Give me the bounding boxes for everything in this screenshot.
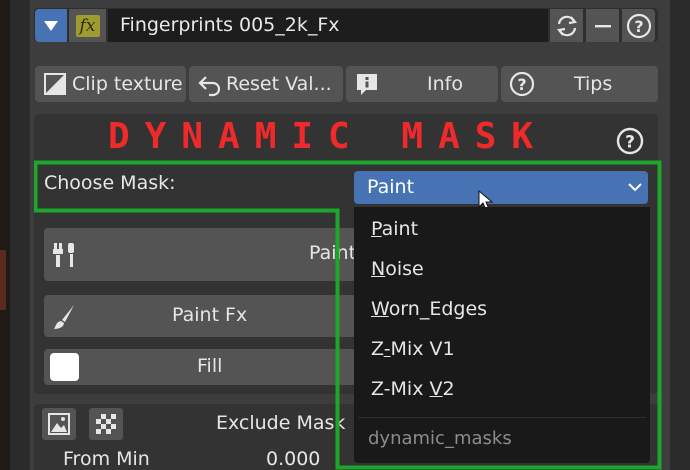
help-icon: ? [626, 13, 651, 38]
clip-texture-label: Clip texture [72, 73, 183, 95]
refresh-button[interactable] [550, 9, 583, 42]
clip-texture-button[interactable]: Clip texture [35, 66, 186, 102]
info-button[interactable]: Info [346, 66, 498, 102]
refresh-icon [556, 15, 577, 36]
fx-icon: fx [75, 14, 100, 37]
tips-label: Tips [574, 73, 613, 95]
info-icon [357, 74, 377, 95]
tips-button[interactable]: ? Tips [501, 66, 658, 102]
help-icon[interactable]: ? [616, 127, 644, 155]
info-label: Info [427, 73, 463, 95]
triangle-down-icon [44, 20, 58, 31]
svg-text:?: ? [625, 133, 635, 153]
highlight-outline [34, 160, 662, 470]
viewport-edge-accent [0, 250, 6, 310]
fx-button[interactable]: fx [69, 9, 106, 42]
minus-button[interactable] [586, 9, 619, 42]
collapse-button[interactable] [35, 9, 67, 42]
help-icon: ? [509, 71, 535, 97]
clip-texture-icon [44, 73, 66, 95]
svg-text:?: ? [634, 17, 643, 36]
reset-values-label: Reset Val... [226, 73, 332, 95]
minus-icon [594, 24, 611, 27]
section-title: DYNAMIC MASK [108, 116, 549, 157]
help-button[interactable]: ? [622, 9, 655, 42]
svg-text:?: ? [517, 75, 526, 94]
layer-name-field[interactable]: Fingerprints 005_2k_Fx [108, 9, 548, 42]
reset-values-button[interactable]: Reset Val... [189, 66, 343, 102]
viewport-edge [0, 0, 10, 470]
reset-icon [198, 76, 221, 97]
